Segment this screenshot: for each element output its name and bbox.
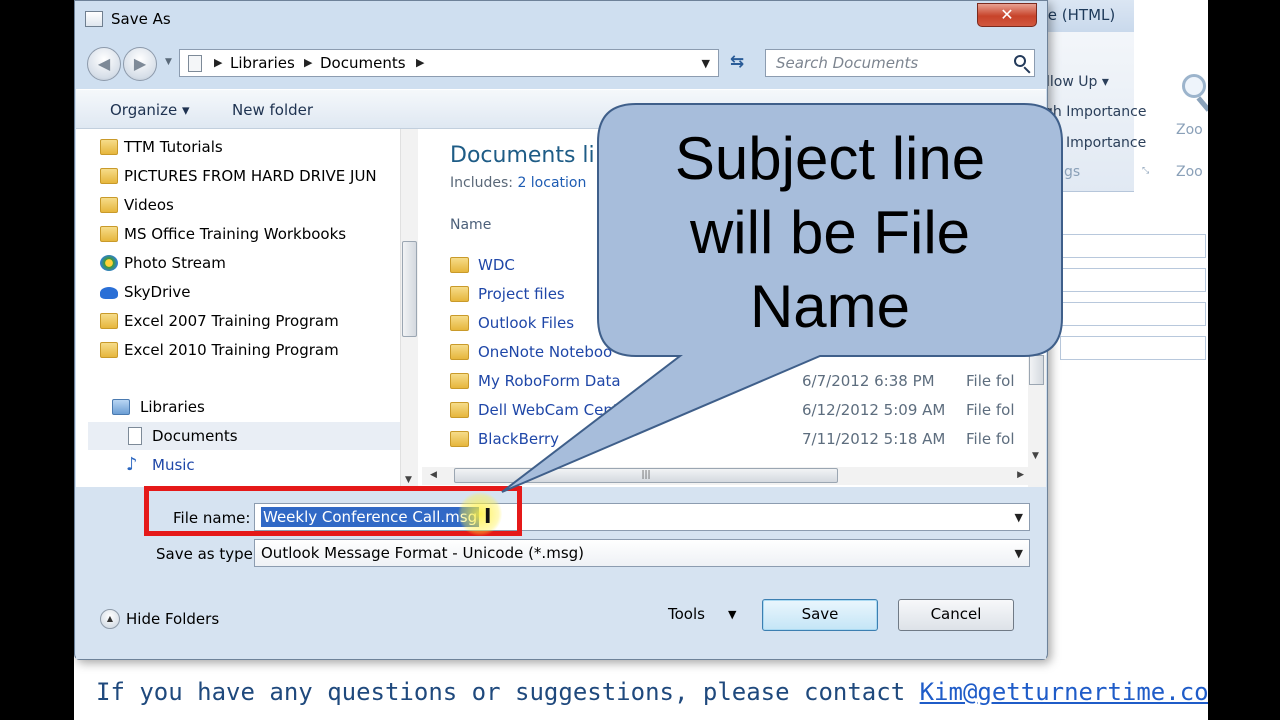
- callout-bubble: [501, 103, 1063, 493]
- callout-line-2: will be File: [689, 199, 971, 266]
- callout-line-1: Subject line: [674, 125, 986, 192]
- callout-text: Subject line will be File Name: [598, 122, 1062, 344]
- letterbox-left: [0, 0, 74, 720]
- callout-line-3: Name: [749, 273, 911, 340]
- letterbox-right: [1208, 0, 1280, 720]
